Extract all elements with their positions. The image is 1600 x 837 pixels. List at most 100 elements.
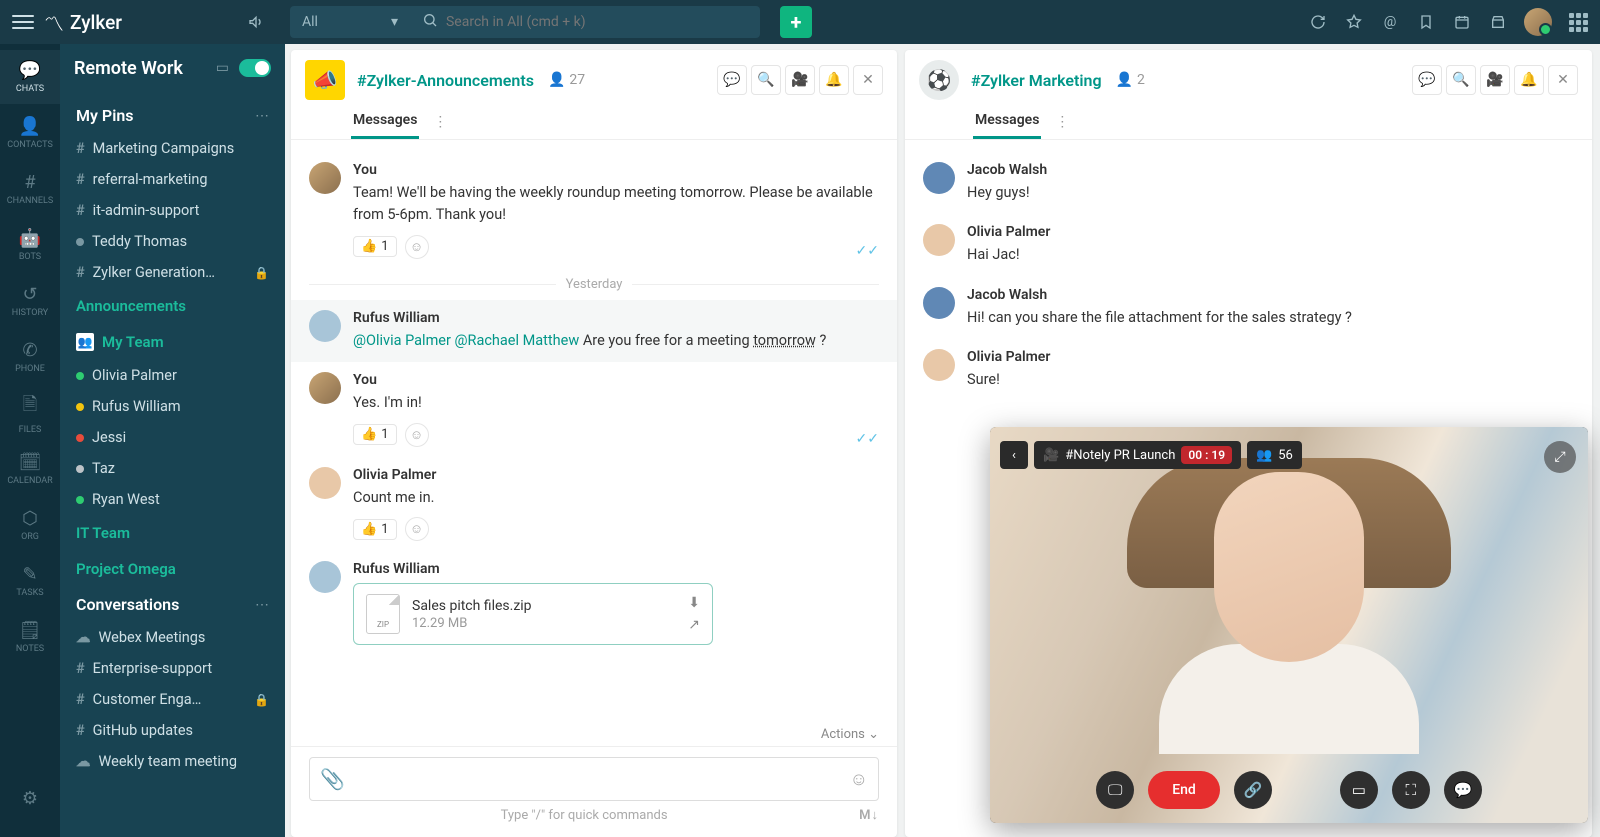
search-input[interactable]: [446, 14, 748, 30]
share-icon[interactable]: ↗: [688, 617, 700, 633]
team-item[interactable]: Jessi: [60, 422, 285, 453]
reaction[interactable]: 👍 1: [353, 519, 397, 540]
avatar[interactable]: [309, 162, 341, 194]
avatar[interactable]: [309, 372, 341, 404]
emoji-icon[interactable]: ☺: [850, 769, 868, 790]
minimize-icon[interactable]: ▭: [216, 60, 229, 76]
member-count[interactable]: 👤27: [548, 72, 585, 88]
reaction[interactable]: 👍 1: [353, 236, 397, 257]
tab-more-icon[interactable]: ⋮: [433, 114, 447, 130]
cat-omega[interactable]: Project Omega: [60, 551, 285, 587]
chat-icon[interactable]: 💬: [1412, 65, 1442, 95]
bookmark-icon[interactable]: [1416, 12, 1436, 32]
conversations-more-icon[interactable]: ⋯: [255, 597, 269, 613]
search-icon[interactable]: 🔍: [751, 65, 781, 95]
bell-icon[interactable]: 🔔: [819, 65, 849, 95]
pin-item[interactable]: Teddy Thomas: [60, 226, 285, 257]
compose-box[interactable]: 📎 ☺: [309, 757, 879, 801]
participants-count[interactable]: 👥 56: [1247, 441, 1302, 469]
team-item[interactable]: Taz: [60, 453, 285, 484]
team-item[interactable]: Rufus William: [60, 391, 285, 422]
calendar-icon[interactable]: [1452, 12, 1472, 32]
close-icon[interactable]: ✕: [853, 65, 883, 95]
rail-phone[interactable]: ✆PHONE: [0, 330, 60, 384]
conv-item[interactable]: #Customer Enga…🔒: [60, 684, 285, 715]
file-attachment[interactable]: ZIP Sales pitch files.zip 12.29 MB ⬇ ↗: [353, 583, 713, 645]
chat-button[interactable]: 💬: [1444, 771, 1482, 809]
refresh-icon[interactable]: [1308, 12, 1328, 32]
search-scope-dropdown[interactable]: All ▾: [290, 6, 410, 38]
add-button[interactable]: +: [780, 6, 812, 38]
cat-myteam[interactable]: 👥My Team: [60, 324, 285, 360]
channel-name[interactable]: #Zylker Marketing: [971, 71, 1102, 90]
menu-icon[interactable]: [12, 11, 34, 33]
call-title[interactable]: 🎥 #Notely PR Launch 00 : 19: [1034, 441, 1241, 469]
star-icon[interactable]: [1344, 12, 1364, 32]
rail-contacts[interactable]: 👤CONTACTS: [0, 106, 60, 160]
tab-messages[interactable]: Messages: [351, 104, 419, 139]
attach-icon[interactable]: 📎: [320, 767, 345, 791]
tab-messages[interactable]: Messages: [973, 104, 1041, 139]
announce-icon[interactable]: [242, 8, 270, 36]
expand-icon[interactable]: ⤢: [1544, 441, 1576, 473]
conv-item[interactable]: #Enterprise-support: [60, 653, 285, 684]
actions-dropdown[interactable]: Actions ⌄: [291, 723, 897, 746]
rail-org[interactable]: ⬡ORG: [0, 498, 60, 552]
status-toggle[interactable]: [239, 59, 271, 77]
avatar[interactable]: [309, 467, 341, 499]
apps-grid-icon[interactable]: [1568, 12, 1588, 32]
avatar[interactable]: [923, 162, 955, 194]
video-icon[interactable]: 🎥: [785, 65, 815, 95]
avatar[interactable]: [923, 287, 955, 319]
user-avatar[interactable]: [1524, 8, 1552, 36]
bell-icon[interactable]: 🔔: [1514, 65, 1544, 95]
cat-announcements[interactable]: Announcements: [60, 288, 285, 324]
mention[interactable]: @Rachael Matthew: [455, 332, 580, 349]
store-icon[interactable]: [1488, 12, 1508, 32]
rail-tasks[interactable]: ✎TASKS: [0, 554, 60, 608]
pin-item[interactable]: #Zylker Generation…🔒: [60, 257, 285, 288]
rail-channels[interactable]: #CHANNELS: [0, 162, 60, 216]
avatar[interactable]: [923, 349, 955, 381]
member-count[interactable]: 👤2: [1116, 72, 1145, 88]
download-icon[interactable]: ⬇: [688, 595, 700, 611]
avatar[interactable]: [309, 310, 341, 342]
search-box[interactable]: [410, 6, 760, 38]
rail-chats[interactable]: 💬CHATS: [0, 50, 60, 104]
conv-item[interactable]: ☁Webex Meetings: [60, 622, 285, 653]
rail-history[interactable]: ↺HISTORY: [0, 274, 60, 328]
rail-bots[interactable]: 🤖BOTS: [0, 218, 60, 272]
tab-more-icon[interactable]: ⋮: [1055, 114, 1069, 130]
fullscreen-button[interactable]: ⛶: [1392, 771, 1430, 809]
screenshare-button[interactable]: 🖵: [1096, 771, 1134, 809]
add-reaction-icon[interactable]: ☺: [405, 423, 429, 447]
team-item[interactable]: Olivia Palmer: [60, 360, 285, 391]
avatar[interactable]: [923, 224, 955, 256]
pins-more-icon[interactable]: ⋯: [255, 108, 269, 124]
rail-settings[interactable]: ⚙: [0, 771, 60, 825]
team-item[interactable]: Ryan West: [60, 484, 285, 515]
rail-files[interactable]: 🗎FILES: [0, 386, 60, 440]
rail-calendar[interactable]: 🗓CALENDAR: [0, 442, 60, 496]
end-call-button[interactable]: End: [1148, 771, 1220, 809]
mention[interactable]: @Olivia Palmer: [353, 332, 451, 349]
video-icon[interactable]: 🎥: [1480, 65, 1510, 95]
conv-item[interactable]: ☁Weekly team meeting: [60, 746, 285, 777]
compose-input[interactable]: [355, 771, 840, 787]
close-icon[interactable]: ✕: [1548, 65, 1578, 95]
cat-itteam[interactable]: IT Team: [60, 515, 285, 551]
conv-item[interactable]: #GitHub updates: [60, 715, 285, 746]
mention-icon[interactable]: @: [1380, 12, 1400, 32]
rail-notes[interactable]: 🗒NOTES: [0, 610, 60, 664]
markdown-icon[interactable]: M↓: [859, 807, 879, 823]
brand[interactable]: 〽 Zylker: [44, 8, 122, 37]
link-button[interactable]: 🔗: [1234, 771, 1272, 809]
avatar[interactable]: [309, 561, 341, 593]
search-icon[interactable]: 🔍: [1446, 65, 1476, 95]
pip-button[interactable]: ▭: [1340, 771, 1378, 809]
channel-name[interactable]: #Zylker-Announcements: [357, 71, 534, 90]
reaction[interactable]: 👍 1: [353, 424, 397, 445]
pin-item[interactable]: #referral-marketing: [60, 164, 285, 195]
back-button[interactable]: ‹: [1000, 441, 1028, 469]
pin-item[interactable]: #Marketing Campaigns: [60, 133, 285, 164]
